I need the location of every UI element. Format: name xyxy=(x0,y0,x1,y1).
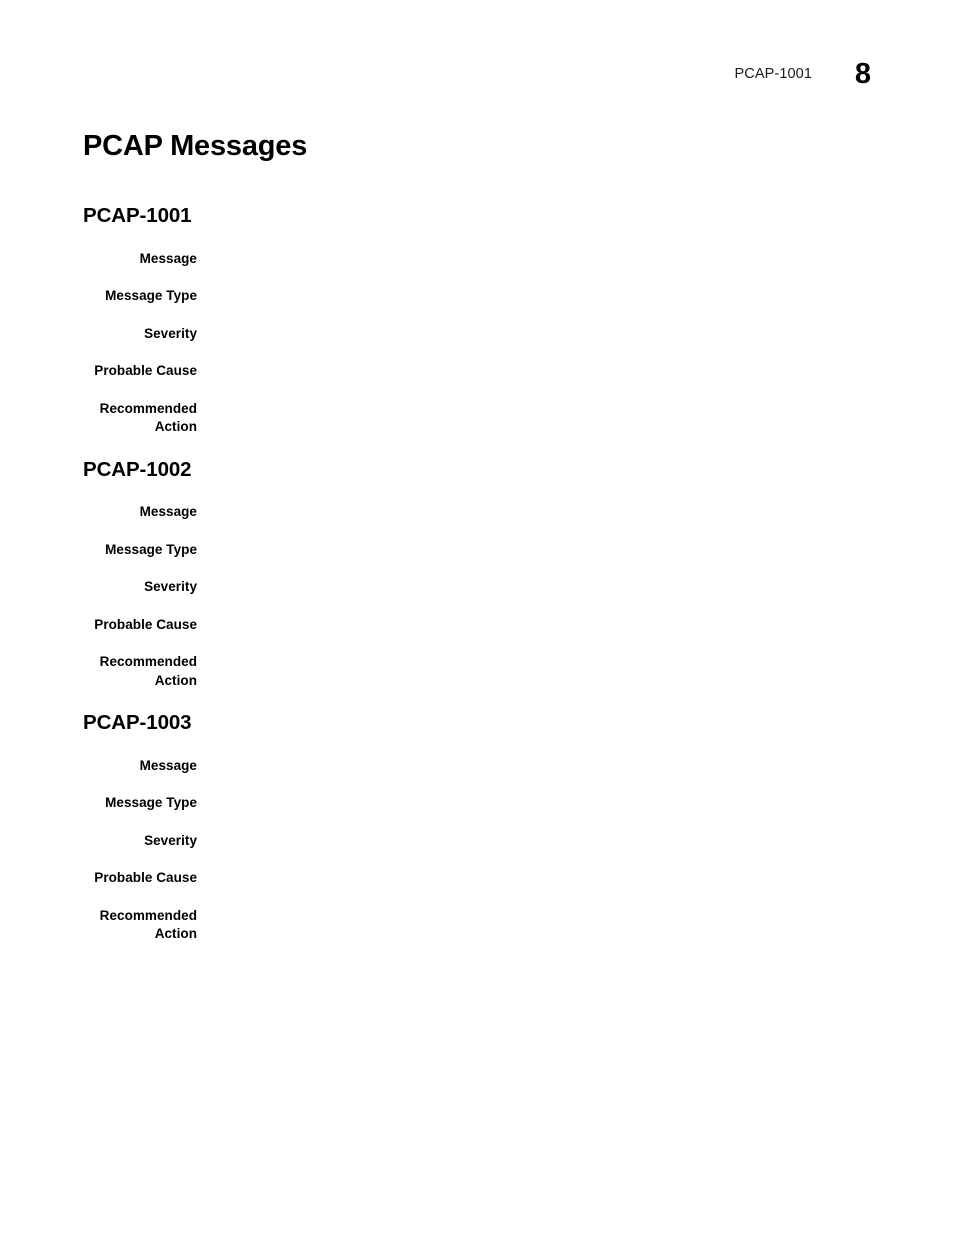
header-message-reference: PCAP-1001 xyxy=(734,66,812,82)
field-label-message: Message xyxy=(139,757,197,773)
page-number: 8 xyxy=(854,57,871,90)
field-label-message-type: Message Type xyxy=(105,288,197,304)
field-value-probable-cause xyxy=(197,362,883,381)
field-value-message xyxy=(197,503,883,522)
field-row-severity: Severity xyxy=(83,325,883,344)
field-row-message: Message xyxy=(83,757,883,776)
field-label-recommended-action: Recommended Action xyxy=(99,400,197,435)
field-value-message-type xyxy=(197,794,883,813)
field-list: Message Message Type Severity Probable C… xyxy=(83,757,883,944)
field-row-message-type: Message Type xyxy=(83,794,883,813)
page-content: PCAP Messages PCAP-1001 Message Message … xyxy=(83,130,883,944)
message-section-pcap-1002: PCAP-1002 Message Message Type Severity … xyxy=(83,457,883,691)
field-value-recommended-action xyxy=(197,400,883,419)
page-header: PCAP-1001 8 xyxy=(0,52,954,96)
field-label-message-type: Message Type xyxy=(105,541,197,557)
field-row-recommended-action: Recommended Action xyxy=(83,400,883,437)
field-list: Message Message Type Severity Probable C… xyxy=(83,503,883,690)
field-label-probable-cause: Probable Cause xyxy=(94,870,197,886)
section-heading: PCAP-1003 xyxy=(83,711,192,735)
field-value-recommended-action xyxy=(197,653,883,672)
field-label-severity: Severity xyxy=(144,832,197,848)
field-label-message: Message xyxy=(139,504,197,520)
field-value-message xyxy=(197,250,883,269)
field-value-severity xyxy=(197,832,883,851)
field-value-message xyxy=(197,757,883,776)
field-row-recommended-action: Recommended Action xyxy=(83,653,883,690)
field-label-severity: Severity xyxy=(144,325,197,341)
field-row-message-type: Message Type xyxy=(83,287,883,306)
field-row-probable-cause: Probable Cause xyxy=(83,362,883,381)
section-heading: PCAP-1002 xyxy=(83,457,192,481)
field-value-severity xyxy=(197,578,883,597)
field-value-probable-cause xyxy=(197,869,883,888)
field-label-probable-cause: Probable Cause xyxy=(94,363,197,379)
field-row-severity: Severity xyxy=(83,832,883,851)
message-section-pcap-1003: PCAP-1003 Message Message Type Severity … xyxy=(83,712,883,944)
field-row-message-type: Message Type xyxy=(83,541,883,560)
section-heading: PCAP-1001 xyxy=(83,204,192,228)
page-title: PCAP Messages xyxy=(83,130,308,162)
document-page: PCAP-1001 8 PCAP Messages PCAP-1001 Mess… xyxy=(0,0,954,1235)
field-value-message-type xyxy=(197,287,883,306)
field-label-severity: Severity xyxy=(144,579,197,595)
field-label-recommended-action: Recommended Action xyxy=(99,654,197,688)
field-row-message: Message xyxy=(83,503,883,522)
field-label-message: Message xyxy=(139,250,197,266)
field-row-recommended-action: Recommended Action xyxy=(83,907,883,944)
field-label-recommended-action: Recommended Action xyxy=(99,907,197,942)
field-row-severity: Severity xyxy=(83,578,883,597)
field-value-probable-cause xyxy=(197,616,883,635)
field-row-probable-cause: Probable Cause xyxy=(83,869,883,888)
field-value-recommended-action xyxy=(197,907,883,926)
field-value-message-type xyxy=(197,541,883,560)
field-label-probable-cause: Probable Cause xyxy=(94,616,197,632)
field-row-message: Message xyxy=(83,250,883,269)
message-section-pcap-1001: PCAP-1001 Message Message Type Severity … xyxy=(83,205,883,437)
field-list: Message Message Type Severity Probable C… xyxy=(83,250,883,437)
field-value-severity xyxy=(197,325,883,344)
field-label-message-type: Message Type xyxy=(105,795,197,811)
field-row-probable-cause: Probable Cause xyxy=(83,616,883,635)
